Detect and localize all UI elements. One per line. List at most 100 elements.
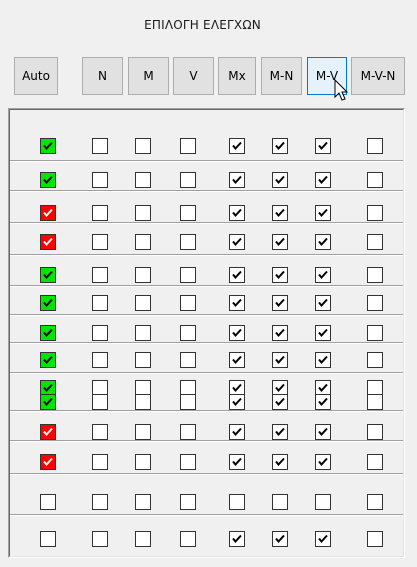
m-v-n-checkbox-row-4[interactable] xyxy=(367,234,383,250)
auto-checkbox-row-1[interactable] xyxy=(40,138,56,154)
auto-checkbox-row-14[interactable] xyxy=(40,531,56,547)
m-v-n-checkbox-row-7[interactable] xyxy=(367,325,383,341)
mx-checkbox-row-14[interactable] xyxy=(229,531,245,547)
column-button-m-n[interactable]: M-N xyxy=(261,57,302,95)
m-v-checkbox-row-8[interactable] xyxy=(315,352,331,368)
m-n-checkbox-row-13[interactable] xyxy=(272,494,288,510)
m-checkbox-row-7[interactable] xyxy=(135,325,151,341)
v-checkbox-row-5[interactable] xyxy=(180,267,196,283)
m-n-checkbox-row-1[interactable] xyxy=(272,138,288,154)
mx-checkbox-row-13[interactable] xyxy=(229,494,245,510)
m-n-checkbox-row-5[interactable] xyxy=(272,267,288,283)
m-n-checkbox-row-7[interactable] xyxy=(272,325,288,341)
mx-checkbox-row-8[interactable] xyxy=(229,352,245,368)
n-checkbox-row-6[interactable] xyxy=(92,295,108,311)
column-button-auto[interactable]: Auto xyxy=(14,57,58,95)
m-checkbox-row-4[interactable] xyxy=(135,234,151,250)
m-v-checkbox-row-2[interactable] xyxy=(315,172,331,188)
m-v-checkbox-row-12[interactable] xyxy=(315,454,331,470)
m-checkbox-row-5[interactable] xyxy=(135,267,151,283)
m-checkbox-row-2[interactable] xyxy=(135,172,151,188)
mx-checkbox-row-6[interactable] xyxy=(229,295,245,311)
mx-checkbox-row-5[interactable] xyxy=(229,267,245,283)
m-checkbox-row-10[interactable] xyxy=(135,394,151,410)
v-checkbox-row-10[interactable] xyxy=(180,394,196,410)
m-checkbox-row-1[interactable] xyxy=(135,138,151,154)
m-v-checkbox-row-14[interactable] xyxy=(315,531,331,547)
v-checkbox-row-3[interactable] xyxy=(180,205,196,221)
v-checkbox-row-2[interactable] xyxy=(180,172,196,188)
column-button-m-v-n[interactable]: M-V-N xyxy=(351,57,405,95)
mx-checkbox-row-3[interactable] xyxy=(229,205,245,221)
v-checkbox-row-8[interactable] xyxy=(180,352,196,368)
m-v-n-checkbox-row-10[interactable] xyxy=(367,394,383,410)
auto-checkbox-row-8[interactable] xyxy=(40,352,56,368)
auto-checkbox-row-12[interactable] xyxy=(40,454,56,470)
m-n-checkbox-row-12[interactable] xyxy=(272,454,288,470)
m-v-n-checkbox-row-12[interactable] xyxy=(367,454,383,470)
v-checkbox-row-12[interactable] xyxy=(180,454,196,470)
m-n-checkbox-row-14[interactable] xyxy=(272,531,288,547)
auto-checkbox-row-3[interactable] xyxy=(40,205,56,221)
n-checkbox-row-11[interactable] xyxy=(92,424,108,440)
n-checkbox-row-3[interactable] xyxy=(92,205,108,221)
m-v-checkbox-row-6[interactable] xyxy=(315,295,331,311)
column-button-mx[interactable]: Mx xyxy=(218,57,256,95)
m-n-checkbox-row-2[interactable] xyxy=(272,172,288,188)
m-v-n-checkbox-row-8[interactable] xyxy=(367,352,383,368)
v-checkbox-row-11[interactable] xyxy=(180,424,196,440)
m-checkbox-row-13[interactable] xyxy=(135,494,151,510)
m-v-n-checkbox-row-14[interactable] xyxy=(367,531,383,547)
mx-checkbox-row-11[interactable] xyxy=(229,424,245,440)
m-v-checkbox-row-7[interactable] xyxy=(315,325,331,341)
m-v-checkbox-row-4[interactable] xyxy=(315,234,331,250)
m-n-checkbox-row-3[interactable] xyxy=(272,205,288,221)
m-v-checkbox-row-1[interactable] xyxy=(315,138,331,154)
m-v-n-checkbox-row-2[interactable] xyxy=(367,172,383,188)
auto-checkbox-row-7[interactable] xyxy=(40,325,56,341)
m-n-checkbox-row-8[interactable] xyxy=(272,352,288,368)
auto-checkbox-row-5[interactable] xyxy=(40,267,56,283)
m-v-n-checkbox-row-6[interactable] xyxy=(367,295,383,311)
m-v-checkbox-row-3[interactable] xyxy=(315,205,331,221)
auto-checkbox-row-13[interactable] xyxy=(40,494,56,510)
m-v-n-checkbox-row-13[interactable] xyxy=(367,494,383,510)
mx-checkbox-row-1[interactable] xyxy=(229,138,245,154)
n-checkbox-row-5[interactable] xyxy=(92,267,108,283)
column-button-n[interactable]: N xyxy=(82,57,123,95)
n-checkbox-row-10[interactable] xyxy=(92,394,108,410)
n-checkbox-row-7[interactable] xyxy=(92,325,108,341)
m-checkbox-row-11[interactable] xyxy=(135,424,151,440)
v-checkbox-row-4[interactable] xyxy=(180,234,196,250)
v-checkbox-row-13[interactable] xyxy=(180,494,196,510)
v-checkbox-row-14[interactable] xyxy=(180,531,196,547)
m-checkbox-row-8[interactable] xyxy=(135,352,151,368)
n-checkbox-row-14[interactable] xyxy=(92,531,108,547)
m-n-checkbox-row-4[interactable] xyxy=(272,234,288,250)
m-v-n-checkbox-row-11[interactable] xyxy=(367,424,383,440)
m-checkbox-row-6[interactable] xyxy=(135,295,151,311)
n-checkbox-row-1[interactable] xyxy=(92,138,108,154)
m-n-checkbox-row-10[interactable] xyxy=(272,394,288,410)
m-n-checkbox-row-6[interactable] xyxy=(272,295,288,311)
column-button-m-v[interactable]: M-V xyxy=(307,57,347,95)
m-checkbox-row-3[interactable] xyxy=(135,205,151,221)
n-checkbox-row-12[interactable] xyxy=(92,454,108,470)
column-button-m[interactable]: M xyxy=(128,57,169,95)
n-checkbox-row-13[interactable] xyxy=(92,494,108,510)
mx-checkbox-row-7[interactable] xyxy=(229,325,245,341)
m-v-checkbox-row-5[interactable] xyxy=(315,267,331,283)
auto-checkbox-row-4[interactable] xyxy=(40,234,56,250)
m-n-checkbox-row-11[interactable] xyxy=(272,424,288,440)
m-v-checkbox-row-13[interactable] xyxy=(315,494,331,510)
m-checkbox-row-14[interactable] xyxy=(135,531,151,547)
n-checkbox-row-4[interactable] xyxy=(92,234,108,250)
m-v-n-checkbox-row-1[interactable] xyxy=(367,138,383,154)
auto-checkbox-row-10[interactable] xyxy=(40,394,56,410)
m-v-checkbox-row-11[interactable] xyxy=(315,424,331,440)
m-v-checkbox-row-10[interactable] xyxy=(315,394,331,410)
column-button-v[interactable]: V xyxy=(173,57,214,95)
mx-checkbox-row-2[interactable] xyxy=(229,172,245,188)
n-checkbox-row-2[interactable] xyxy=(92,172,108,188)
v-checkbox-row-1[interactable] xyxy=(180,138,196,154)
